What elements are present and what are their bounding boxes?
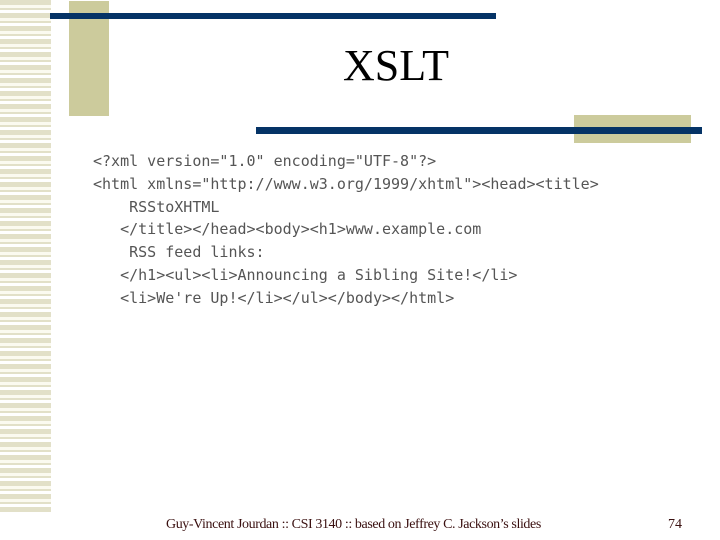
- code-block: <?xml version="1.0" encoding="UTF-8"?> <h…: [93, 150, 599, 310]
- code-line: RSStoXHTML: [93, 197, 220, 216]
- decorative-navy-bar-mid: [256, 127, 702, 134]
- code-line: <li>We're Up!</li></ul></body></html>: [93, 288, 455, 307]
- code-line: <html xmlns="http://www.w3.org/1999/xhtm…: [93, 174, 599, 193]
- code-line: RSS feed links:: [93, 243, 265, 262]
- code-line: <?xml version="1.0" encoding="UTF-8"?>: [93, 152, 437, 170]
- slide-footer: Guy-Vincent Jourdan :: CSI 3140 :: based…: [166, 517, 541, 532]
- decorative-navy-bar-top: [50, 13, 496, 19]
- page-number: 74: [668, 517, 682, 532]
- decorative-stripes: [0, 0, 51, 512]
- code-line: </title></head><body><h1>www.example.com: [93, 220, 482, 239]
- code-line: </h1><ul><li>Announcing a Sibling Site!<…: [93, 265, 518, 284]
- slide-title: XSLT: [343, 41, 449, 90]
